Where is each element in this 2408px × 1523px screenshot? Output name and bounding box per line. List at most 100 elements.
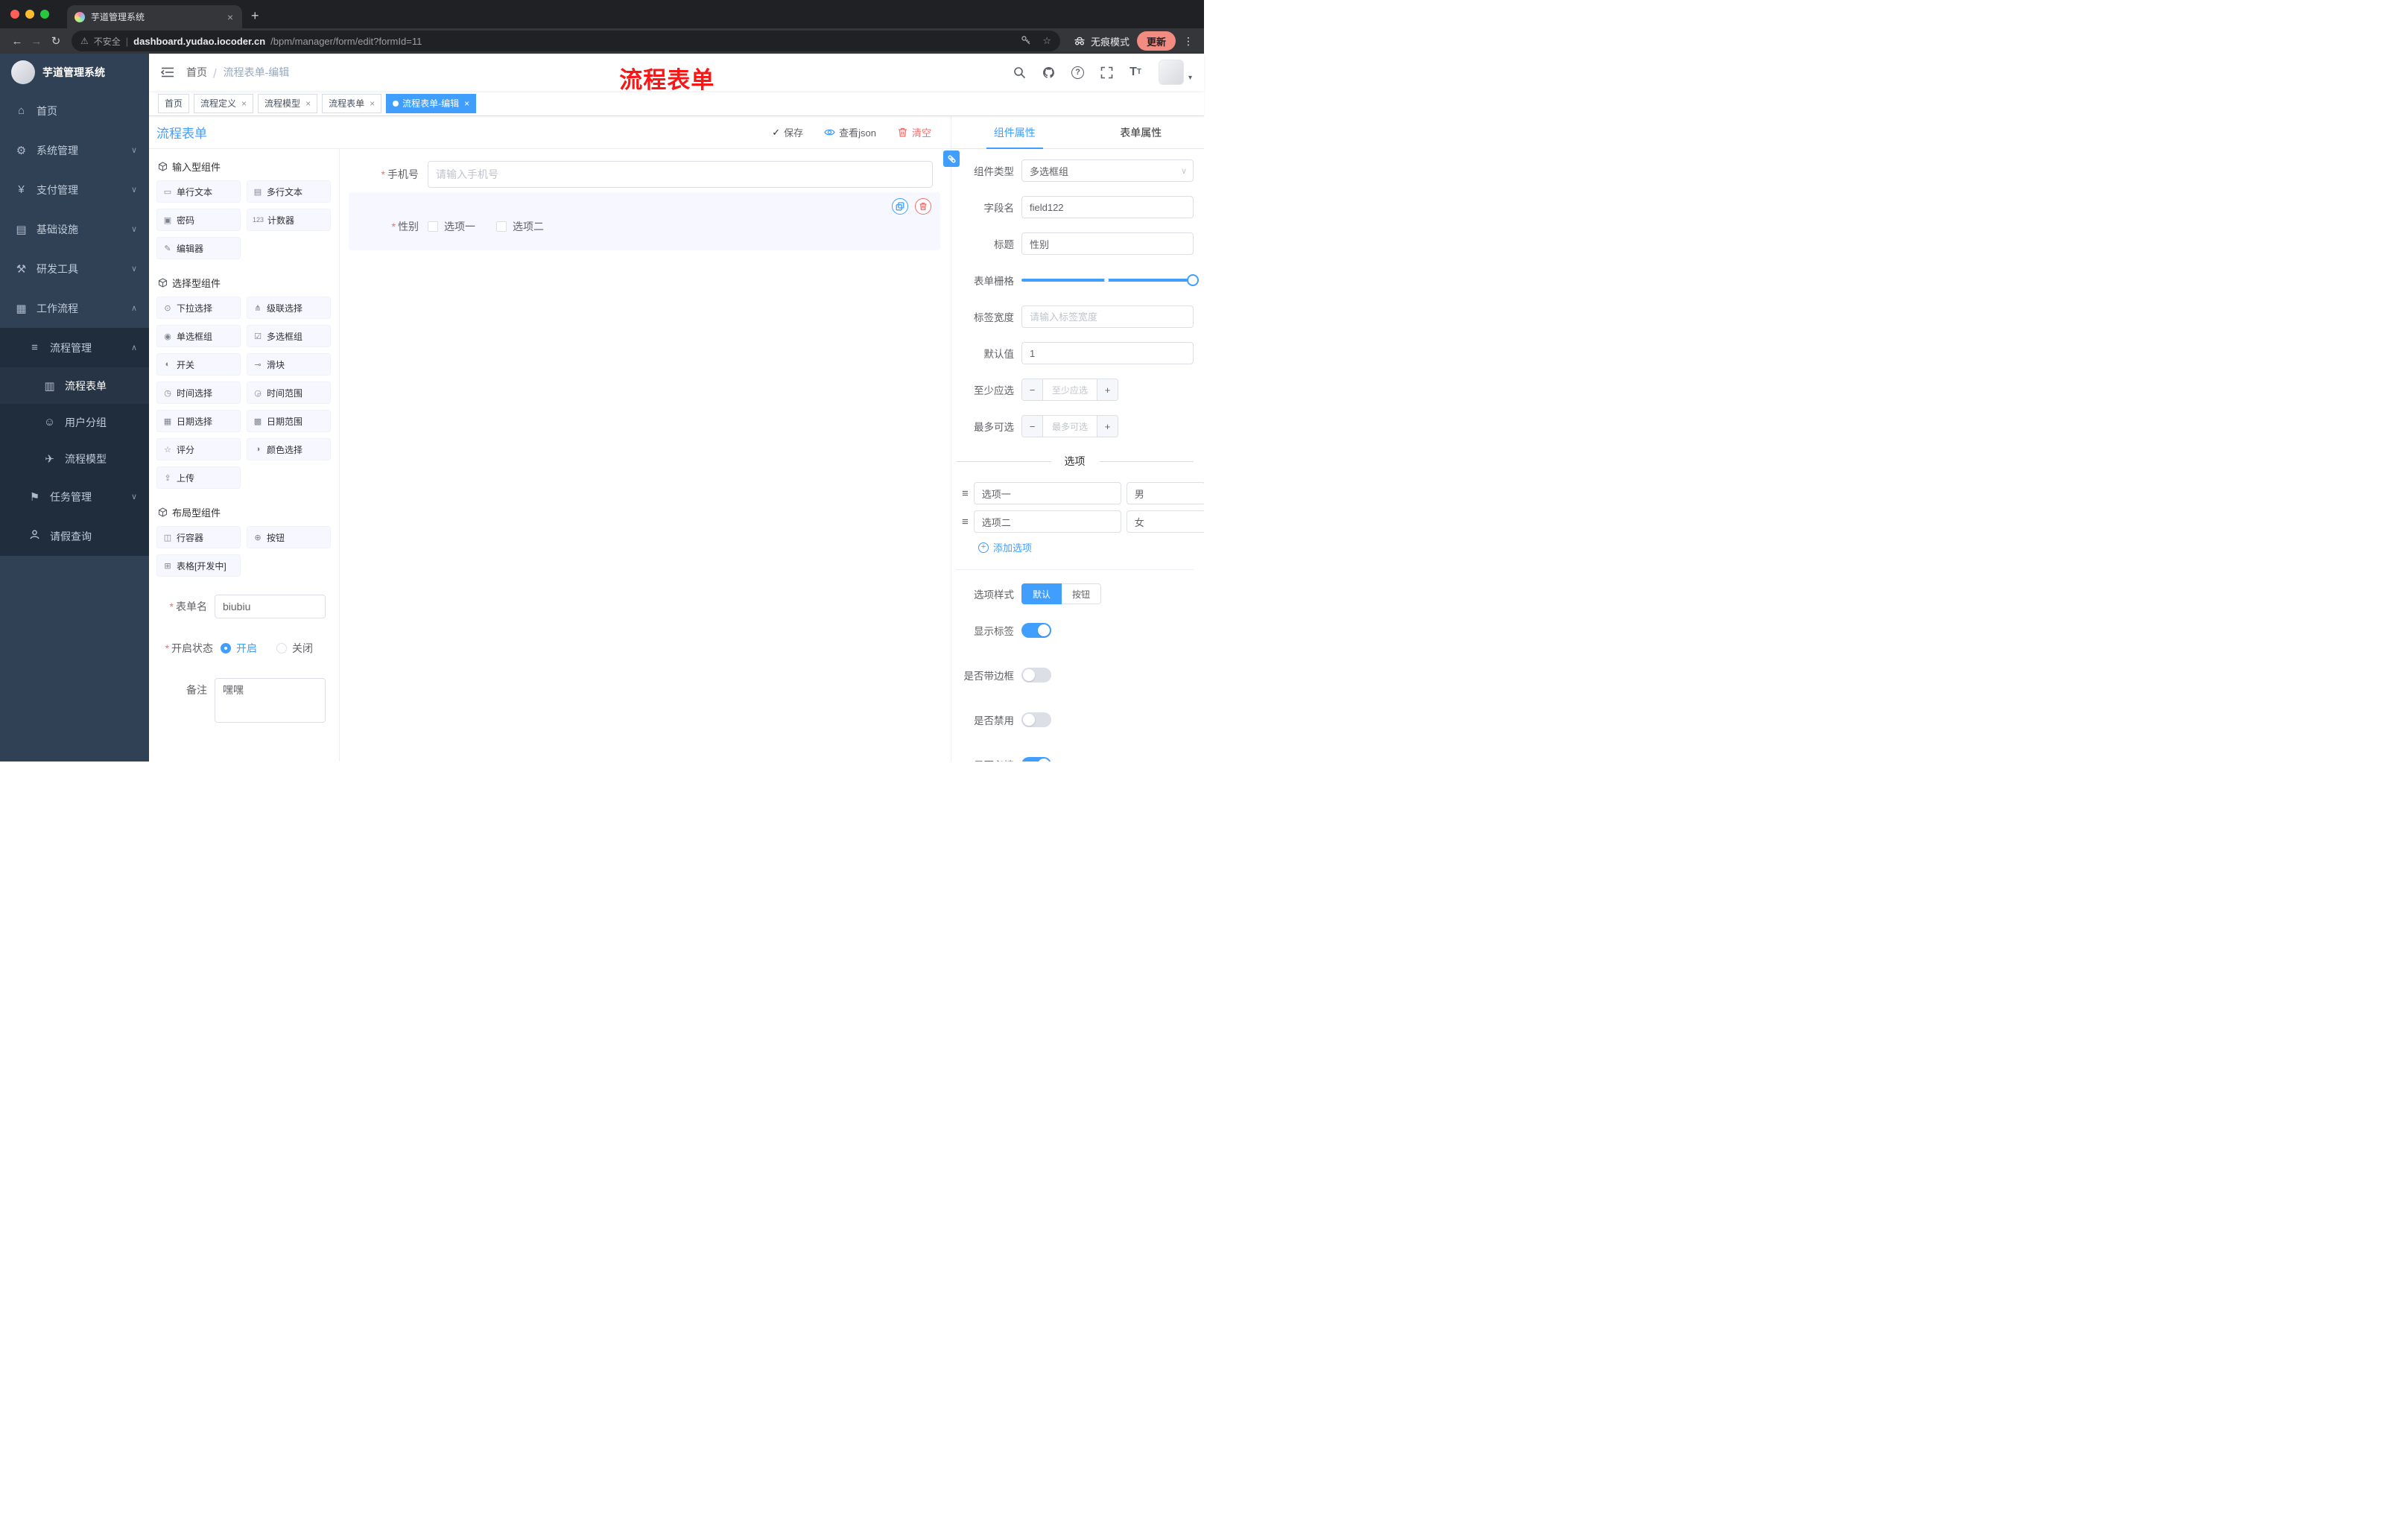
field-name-input[interactable] [1021, 196, 1194, 218]
gender-option-1[interactable]: 选项一 [428, 219, 475, 234]
component-type-select[interactable]: 多选框组 ∨ [1021, 159, 1194, 182]
sidebar-item-workflow[interactable]: ▦ 工作流程 ∧ [0, 288, 149, 328]
breadcrumb-home[interactable]: 首页 [186, 65, 207, 80]
component-checkbox-group[interactable]: ☑ 多选框组 [247, 325, 331, 347]
clear-button[interactable]: 清空 [897, 125, 931, 139]
component-upload[interactable]: ⇪ 上传 [156, 466, 241, 489]
decrease-button[interactable]: − [1022, 416, 1043, 437]
url-bar[interactable]: ⚠ 不安全 | dashboard.yudao.iocoder.cn /bpm/… [72, 31, 1060, 51]
disabled-switch[interactable] [1021, 712, 1051, 727]
form-canvas[interactable]: 手机号 [340, 149, 951, 762]
label-width-input[interactable] [1021, 305, 1194, 328]
password-key-icon[interactable] [1021, 35, 1031, 48]
decrease-button[interactable]: − [1022, 379, 1043, 400]
browser-menu-icon[interactable]: ⋮ [1183, 35, 1194, 48]
style-button-button[interactable]: 按钮 [1062, 583, 1102, 604]
component-editor[interactable]: ✎ 编辑器 [156, 237, 241, 259]
phone-input[interactable] [428, 161, 933, 188]
back-icon[interactable]: ← [7, 35, 27, 48]
delete-field-button[interactable] [915, 198, 931, 215]
sidebar-item-task-mgmt[interactable]: ⚑ 任务管理 ∨ [0, 477, 149, 516]
sidebar-item-process-model[interactable]: ✈ 流程模型 [0, 440, 149, 477]
required-switch[interactable] [1021, 757, 1051, 762]
option-2-label-input[interactable] [973, 510, 1121, 533]
sidebar-item-payment[interactable]: ¥ 支付管理 ∨ [0, 170, 149, 209]
slider-track[interactable] [1021, 274, 1199, 286]
tag-close-icon[interactable]: × [305, 98, 311, 109]
checkbox[interactable] [428, 221, 438, 232]
gender-option-2[interactable]: 选项二 [496, 219, 544, 234]
border-switch[interactable] [1021, 668, 1051, 683]
drag-handle-icon[interactable]: ≡ [962, 516, 969, 528]
option-2-value-input[interactable] [1126, 510, 1204, 533]
min-select-placeholder[interactable]: 至少应选 [1043, 379, 1097, 400]
component-color-picker[interactable]: ◑ 颜色选择 [247, 438, 331, 460]
link-button[interactable] [943, 151, 960, 167]
sidebar-item-system[interactable]: ⚙ 系统管理 ∨ [0, 130, 149, 170]
sidebar-item-home[interactable]: ⌂ 首页 [0, 91, 149, 130]
tag-process-form-edit[interactable]: 流程表单-编辑 × [386, 93, 477, 113]
slider-handle[interactable] [1187, 274, 1199, 286]
minimize-window-button[interactable] [25, 10, 34, 19]
status-radio-off[interactable]: 关闭 [276, 641, 313, 656]
tag-close-icon[interactable]: × [370, 98, 375, 109]
save-button[interactable]: ✓ 保存 [772, 125, 803, 139]
tab-form-props[interactable]: 表单属性 [1078, 116, 1205, 148]
component-row-container[interactable]: ◫ 行容器 [156, 526, 241, 548]
help-icon[interactable]: ? [1071, 66, 1085, 79]
component-time-picker[interactable]: ◷ 时间选择 [156, 381, 241, 404]
reload-icon[interactable]: ↻ [46, 34, 66, 48]
tag-close-icon[interactable]: × [241, 98, 247, 109]
bookmark-star-icon[interactable]: ☆ [1042, 35, 1051, 47]
avatar-caret-icon[interactable]: ▾ [1188, 74, 1192, 82]
sidebar-item-leave-query[interactable]: 请假查询 [0, 516, 149, 556]
component-multi-text[interactable]: ▤ 多行文本 [247, 180, 331, 203]
component-cascader[interactable]: ⋔ 级联选择 [247, 297, 331, 319]
component-single-text[interactable]: ▭ 单行文本 [156, 180, 241, 203]
copy-field-button[interactable] [892, 198, 908, 215]
forward-icon[interactable]: → [27, 35, 46, 48]
tag-close-icon[interactable]: × [464, 98, 469, 109]
sidebar-item-user-group[interactable]: ☺ 用户分组 [0, 404, 149, 440]
sidebar-item-process-mgmt[interactable]: ≡ 流程管理 ∧ [0, 328, 149, 367]
font-size-icon[interactable]: TT [1129, 66, 1141, 78]
tab-close-icon[interactable]: × [226, 11, 235, 23]
sidebar-toggle-icon[interactable] [149, 66, 186, 78]
component-date-picker[interactable]: ▦ 日期选择 [156, 410, 241, 432]
remark-textarea[interactable]: 嘿嘿 [215, 678, 326, 723]
increase-button[interactable]: + [1097, 379, 1118, 400]
grid-slider[interactable] [1021, 269, 1199, 291]
field-phone[interactable]: 手机号 [349, 161, 940, 188]
tag-process-form[interactable]: 流程表单 × [322, 93, 382, 113]
add-option-button[interactable]: + 添加选项 [978, 540, 1194, 554]
component-select[interactable]: ⊙ 下拉选择 [156, 297, 241, 319]
new-tab-button[interactable]: + [251, 8, 259, 24]
status-radio-on[interactable]: 开启 [221, 641, 257, 656]
component-password[interactable]: ▣ 密码 [156, 209, 241, 231]
form-name-input[interactable] [215, 595, 326, 618]
github-icon[interactable] [1042, 66, 1055, 79]
increase-button[interactable]: + [1097, 416, 1118, 437]
drag-handle-icon[interactable]: ≡ [962, 487, 969, 500]
default-value-input[interactable] [1021, 342, 1194, 364]
checkbox[interactable] [496, 221, 507, 232]
component-radio-group[interactable]: ◉ 单选框组 [156, 325, 241, 347]
tag-process-definition[interactable]: 流程定义 × [194, 93, 254, 113]
show-label-switch[interactable] [1021, 623, 1051, 638]
zoom-window-button[interactable] [40, 10, 49, 19]
tag-process-model[interactable]: 流程模型 × [258, 93, 318, 113]
title-input[interactable] [1021, 232, 1194, 255]
avatar[interactable] [1158, 60, 1184, 85]
component-time-range[interactable]: ◶ 时间范围 [247, 381, 331, 404]
component-date-range[interactable]: ▩ 日期范围 [247, 410, 331, 432]
app-logo[interactable]: 芋道管理系统 [0, 54, 149, 91]
view-json-button[interactable]: 查看json [824, 125, 876, 139]
sidebar-item-infra[interactable]: ▤ 基础设施 ∨ [0, 209, 149, 249]
sidebar-item-process-form[interactable]: ▥ 流程表单 [0, 367, 149, 404]
component-table[interactable]: ⊞ 表格[开发中] [156, 554, 241, 577]
fullscreen-icon[interactable] [1100, 66, 1113, 79]
option-1-label-input[interactable] [973, 482, 1121, 504]
max-select-placeholder[interactable]: 最多可选 [1043, 416, 1097, 437]
component-counter[interactable]: 123 计数器 [247, 209, 331, 231]
tag-home[interactable]: 首页 [158, 93, 190, 113]
